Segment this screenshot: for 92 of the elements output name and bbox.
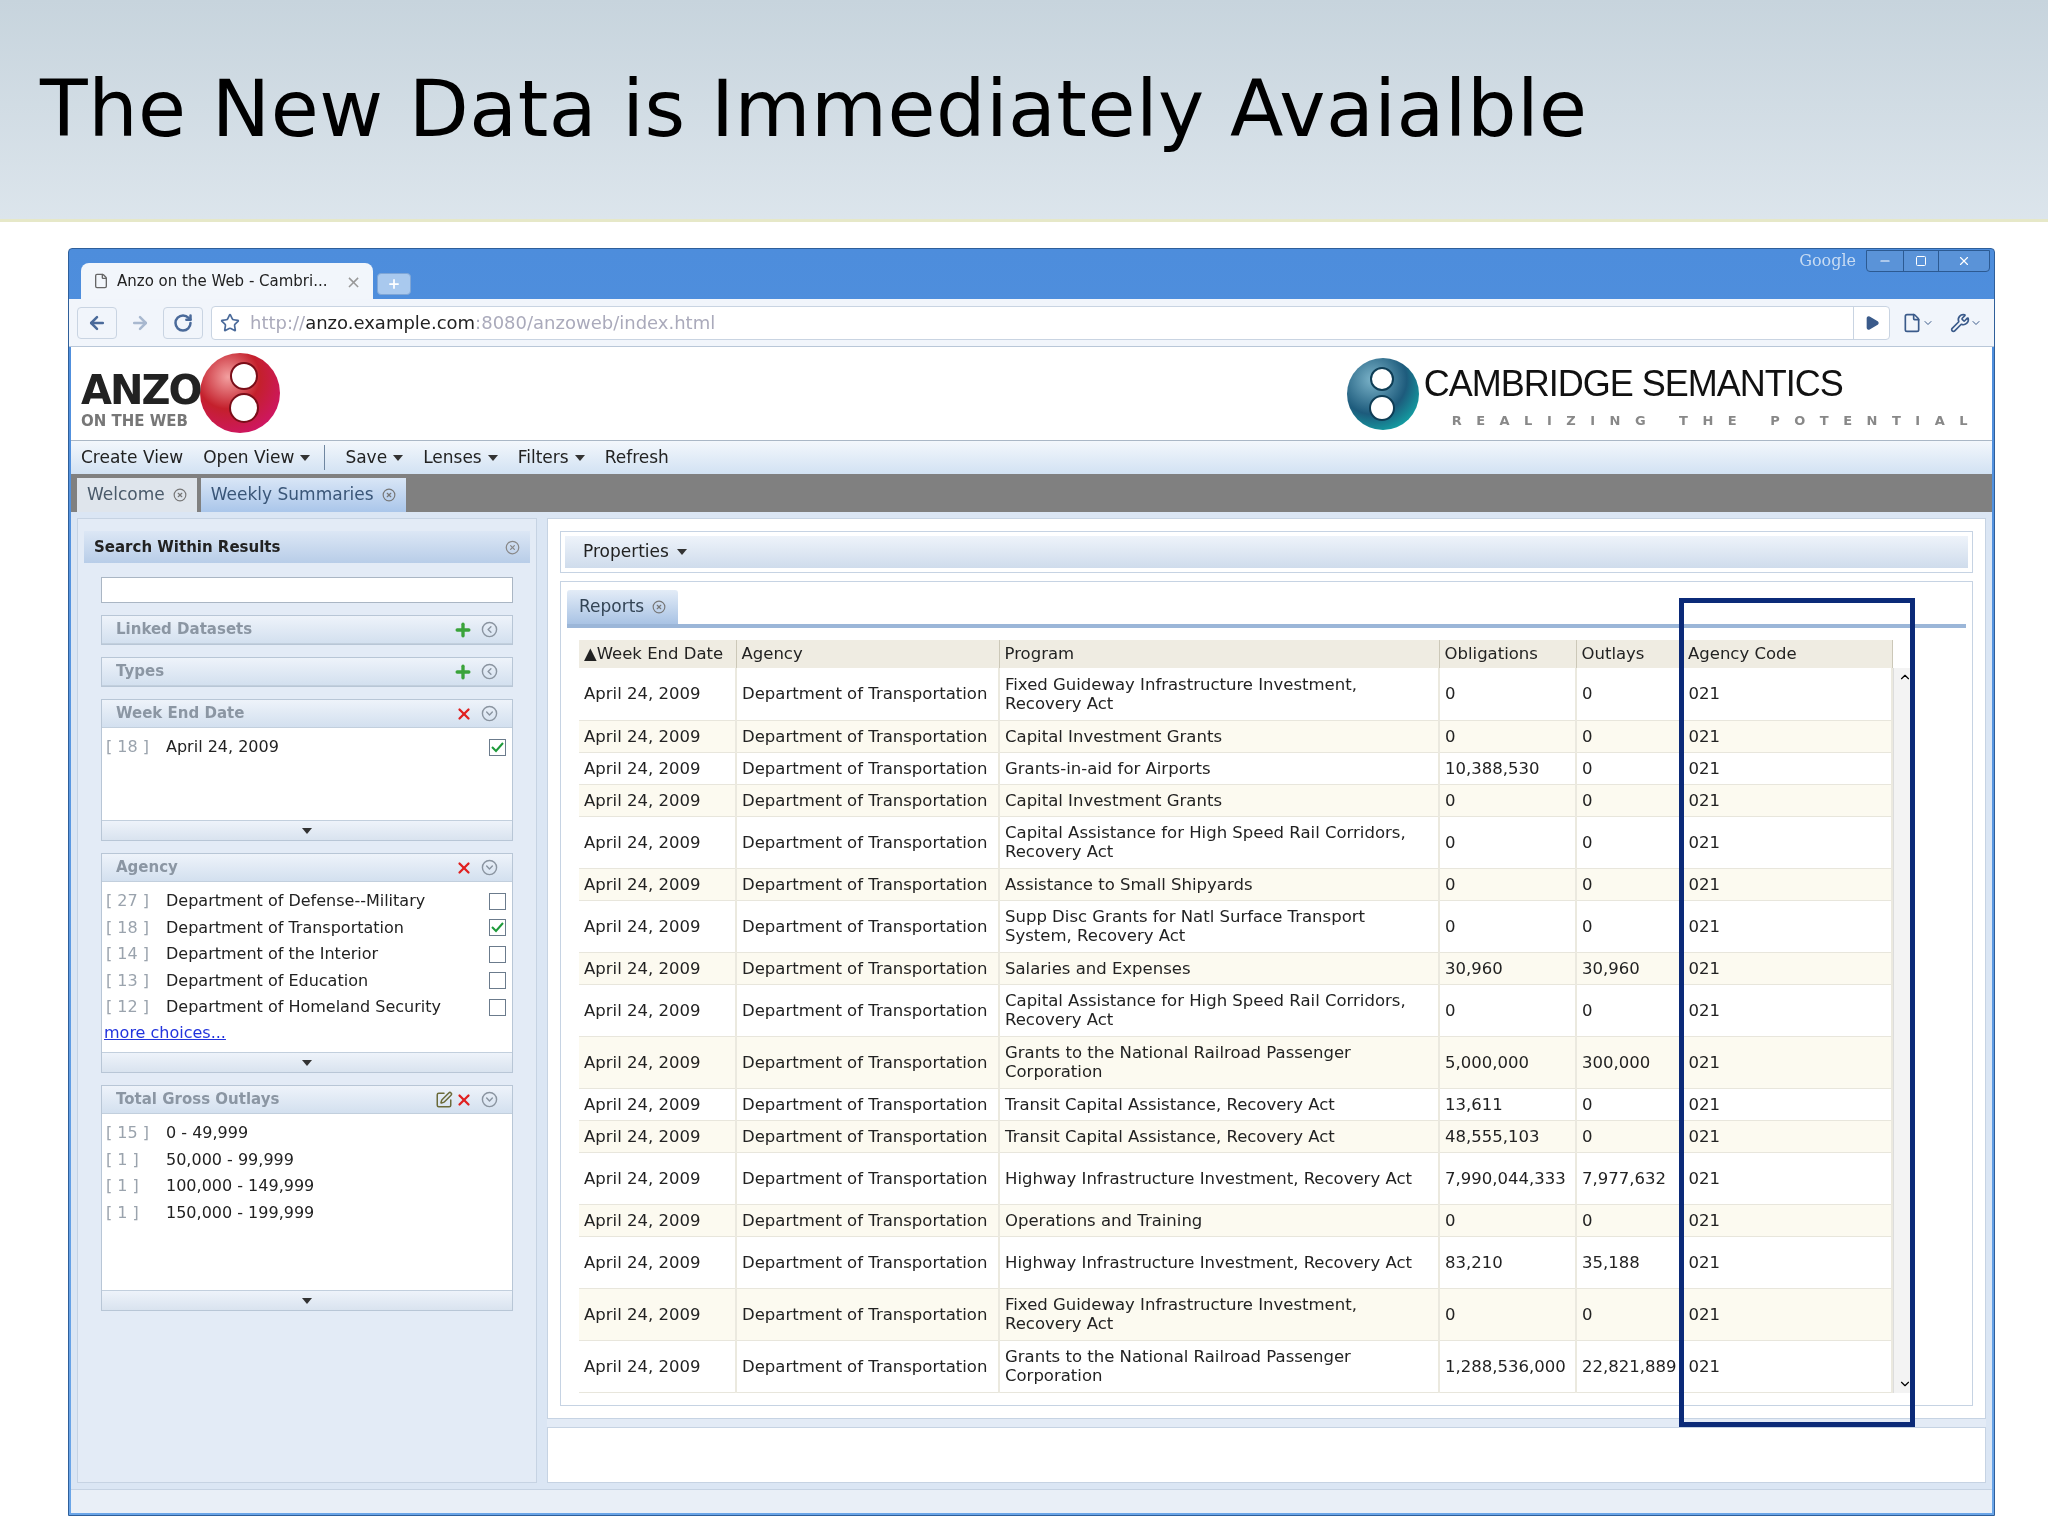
back-button[interactable] bbox=[77, 306, 117, 339]
checkbox[interactable] bbox=[489, 972, 506, 990]
wrench-icon bbox=[1950, 312, 1970, 333]
page-icon bbox=[93, 273, 109, 289]
plus-icon bbox=[387, 277, 401, 291]
reload-button[interactable] bbox=[163, 306, 203, 339]
facet-option[interactable]: 50,000 - 99,999 bbox=[166, 1147, 506, 1172]
collapse-icon[interactable] bbox=[481, 859, 498, 876]
facet-option[interactable]: Department of the Interior bbox=[166, 942, 489, 967]
facet-option[interactable]: Department of Transportation bbox=[166, 915, 489, 940]
logo-sphere-icon bbox=[199, 351, 281, 434]
menu-item[interactable]: Save bbox=[345, 444, 404, 471]
facet-option[interactable]: 0 - 49,999 bbox=[166, 1121, 506, 1146]
table-cell: April 24, 2009 bbox=[579, 1340, 736, 1392]
address-bar[interactable]: http://anzo.example.com:8080/anzoweb/index.html bbox=[211, 305, 1890, 340]
logo-wordmark: ANZO bbox=[81, 369, 201, 410]
menu-item[interactable]: Open View bbox=[203, 444, 326, 471]
close-tab-icon[interactable] bbox=[381, 488, 396, 502]
new-tab-button[interactable] bbox=[377, 273, 411, 295]
caret-icon bbox=[487, 454, 498, 461]
facet-title: Week End Date bbox=[116, 703, 246, 725]
facet-count: [ 18 ] bbox=[106, 916, 150, 939]
table-cell: Department of Transportation bbox=[736, 1340, 999, 1392]
caret-icon bbox=[676, 549, 687, 555]
brand-label: Google bbox=[1799, 250, 1856, 272]
search-panel-title: Search Within Results bbox=[94, 536, 282, 558]
facet-title: Types bbox=[116, 661, 166, 683]
menu-item[interactable]: Create View bbox=[81, 444, 184, 471]
caret-icon bbox=[574, 454, 585, 461]
caret-icon bbox=[393, 454, 404, 461]
checkbox[interactable] bbox=[489, 998, 506, 1016]
close-icon bbox=[1957, 254, 1971, 268]
more-choices-link[interactable]: more choices... bbox=[102, 1022, 226, 1042]
slide-title: The New Data is Immediately Avaialble bbox=[40, 63, 1588, 156]
menu-item[interactable]: Lenses bbox=[423, 444, 498, 471]
caret-icon bbox=[300, 454, 311, 461]
edit-icon[interactable] bbox=[435, 1090, 453, 1109]
facet-option[interactable]: Department of Homeland Security bbox=[166, 995, 489, 1020]
caret-icon bbox=[302, 1059, 312, 1066]
properties-bar[interactable]: Properties bbox=[565, 536, 1968, 568]
search-field[interactable] bbox=[101, 577, 513, 603]
facet-option[interactable]: 100,000 - 149,999 bbox=[166, 1174, 506, 1199]
facet-count: [ 1 ] bbox=[106, 1201, 140, 1224]
checkbox[interactable] bbox=[489, 738, 506, 756]
caret-icon bbox=[302, 827, 312, 834]
page-icon bbox=[1902, 312, 1922, 333]
facet-title: Total Gross Outlays bbox=[116, 1089, 281, 1111]
facet-count: [ 27 ] bbox=[106, 890, 150, 913]
checkmark-icon bbox=[491, 741, 504, 753]
close-tab-icon[interactable] bbox=[652, 600, 667, 614]
checkbox[interactable] bbox=[489, 892, 506, 910]
collapse-icon[interactable] bbox=[481, 705, 498, 722]
expand-icon[interactable] bbox=[481, 663, 498, 680]
maximize-icon bbox=[1915, 255, 1927, 267]
facet-count: [ 13 ] bbox=[106, 969, 150, 992]
facet-count: [ 12 ] bbox=[106, 996, 150, 1019]
caret-icon bbox=[302, 1297, 312, 1304]
bookmark-star-icon[interactable] bbox=[220, 312, 240, 333]
report-tab[interactable]: Reports bbox=[567, 590, 679, 624]
facet-option[interactable]: Department of Education bbox=[166, 968, 489, 993]
menu-item[interactable]: Refresh bbox=[604, 444, 669, 471]
url-text: http://anzo.example.com:8080/anzoweb/index.html bbox=[250, 311, 717, 335]
company-tagline: REALIZING THE POTENTIAL bbox=[1451, 411, 1982, 430]
collapse-icon[interactable] bbox=[481, 1091, 498, 1108]
table-cell: Grants to the National Railroad Passenger Corporation bbox=[999, 1340, 1439, 1392]
close-tab-icon[interactable] bbox=[172, 488, 187, 502]
facet-count: [ 18 ] bbox=[106, 736, 150, 759]
logo-sphere-icon bbox=[1345, 356, 1420, 431]
facet-option[interactable]: April 24, 2009 bbox=[166, 735, 489, 760]
facet-option[interactable]: Department of Defense--Military bbox=[166, 889, 489, 914]
view-tab[interactable]: Welcome bbox=[77, 478, 197, 512]
browser-tab[interactable]: Anzo on the Web - Cambri... × bbox=[81, 263, 373, 299]
facet-count: [ 1 ] bbox=[106, 1148, 140, 1171]
reload-icon bbox=[173, 312, 193, 333]
facet-title: Agency bbox=[116, 857, 179, 879]
facet-count: [ 1 ] bbox=[106, 1175, 140, 1198]
table-cell: 22,821,889 bbox=[1576, 1340, 1683, 1392]
menu-item[interactable]: Filters bbox=[517, 444, 585, 471]
checkmark-icon bbox=[491, 922, 504, 934]
logo-tagline: ON THE WEB bbox=[81, 413, 188, 429]
facet-option[interactable]: 150,000 - 199,999 bbox=[166, 1200, 506, 1225]
checkbox[interactable] bbox=[489, 945, 506, 963]
close-icon[interactable] bbox=[505, 539, 520, 555]
facet-count: [ 14 ] bbox=[106, 943, 150, 966]
checkbox[interactable] bbox=[489, 919, 506, 937]
expand-icon[interactable] bbox=[481, 621, 498, 638]
facet-title: Linked Datasets bbox=[116, 619, 254, 641]
view-tab[interactable]: Weekly Summaries bbox=[200, 478, 406, 512]
table-cell: 1,288,536,000 bbox=[1439, 1340, 1576, 1392]
maximize-button[interactable] bbox=[1903, 251, 1939, 271]
company-name: CAMBRIDGE SEMANTICS bbox=[1423, 361, 1844, 406]
facet-count: [ 15 ] bbox=[106, 1122, 150, 1145]
